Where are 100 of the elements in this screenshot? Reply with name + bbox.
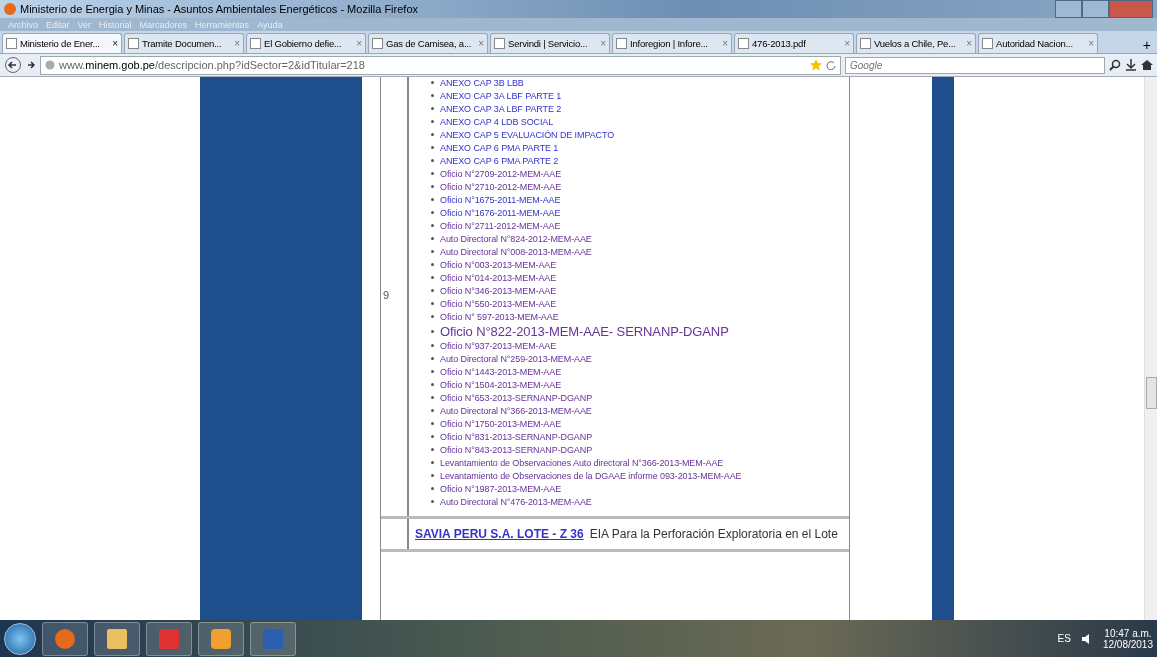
document-link[interactable]: Oficio N°1443-2013-MEM-AAE bbox=[440, 366, 562, 377]
browser-tab[interactable]: El Gobierno defie... × bbox=[246, 33, 366, 53]
taskbar-app-button[interactable] bbox=[42, 621, 88, 656]
page-icon bbox=[250, 38, 261, 49]
browser-tab[interactable]: Gas de Camisea, a... × bbox=[368, 33, 488, 53]
document-link[interactable]: ANEXO CAP 3A LBF PARTE 1 bbox=[440, 90, 562, 101]
language-indicator[interactable]: ES bbox=[1057, 633, 1071, 644]
bullet-icon bbox=[431, 185, 434, 188]
document-link[interactable]: Auto Directoral N°476-2013-MEM-AAE bbox=[440, 496, 592, 507]
browser-tab[interactable]: Inforegion | Infore... × bbox=[612, 33, 732, 53]
document-link[interactable]: Oficio N°1504-2013-MEM-AAE bbox=[440, 379, 562, 390]
document-link[interactable]: Oficio N°014-2013-MEM-AAE bbox=[440, 272, 557, 283]
new-tab-button[interactable]: + bbox=[1138, 37, 1155, 53]
document-link[interactable]: Oficio N°831-2013-SERNANP-DGANP bbox=[440, 431, 593, 442]
reload-icon[interactable] bbox=[826, 60, 836, 70]
document-link[interactable]: Auto Directoral N°259-2013-MEM-AAE bbox=[440, 353, 592, 364]
document-link[interactable]: Auto Directoral N°366-2013-MEM-AAE bbox=[440, 405, 592, 416]
page-icon bbox=[860, 38, 871, 49]
document-link[interactable]: Levantamiento de Observaciones de la DGAAE informe 093-2013-MEM-AAE bbox=[440, 470, 742, 481]
bullet-icon bbox=[431, 133, 434, 136]
document-link[interactable]: Oficio N°653-2013-SERNANP-DGANP bbox=[440, 392, 593, 403]
clock[interactable]: 10:47 a.m. 12/08/2013 bbox=[1102, 627, 1153, 650]
document-link[interactable]: Oficio N°2710-2012-MEM-AAE bbox=[440, 181, 562, 192]
document-link[interactable]: ANEXO CAP 4 LDB SOCIAL bbox=[440, 116, 554, 127]
bullet-icon bbox=[431, 315, 434, 318]
close-icon[interactable]: × bbox=[722, 38, 728, 49]
back-icon[interactable] bbox=[4, 57, 22, 73]
bullet-icon bbox=[431, 289, 434, 292]
document-link[interactable]: Oficio N°1675-2011-MEM-AAE bbox=[440, 194, 561, 205]
bullet-icon bbox=[431, 329, 434, 333]
bullet-icon bbox=[431, 172, 434, 175]
document-link[interactable]: ANEXO CAP 6 PMA PARTE 1 bbox=[440, 142, 559, 153]
browser-tab[interactable]: Ministerio de Ener... × bbox=[2, 33, 122, 53]
maximize-button[interactable] bbox=[1082, 0, 1109, 18]
bullet-icon bbox=[431, 237, 434, 240]
close-icon[interactable]: × bbox=[966, 38, 972, 49]
browser-logo-icon bbox=[4, 3, 16, 15]
scroll-thumb[interactable] bbox=[1146, 377, 1157, 409]
bullet-icon bbox=[431, 224, 434, 227]
document-link[interactable]: ANEXO CAP 6 PMA PARTE 2 bbox=[440, 155, 559, 166]
company-link[interactable]: SAVIA PERU S.A. LOTE - Z 36 bbox=[415, 527, 584, 541]
close-icon[interactable]: × bbox=[600, 38, 606, 49]
search-field[interactable]: Google bbox=[845, 56, 1105, 74]
document-link[interactable]: Oficio N°550-2013-MEM-AAE bbox=[440, 298, 557, 309]
document-link[interactable]: Oficio N°1987-2013-MEM-AAE bbox=[440, 483, 562, 494]
document-link[interactable]: ANEXO CAP 5 EVALUACIÓN DE IMPACTO bbox=[440, 129, 615, 140]
document-link[interactable]: Auto Directoral N°824-2012-MEM-AAE bbox=[440, 233, 592, 244]
document-link[interactable]: Oficio N°2711-2012-MEM-AAE bbox=[440, 220, 561, 231]
document-link[interactable]: Oficio N°843-2013-SERNANP-DGANP bbox=[440, 444, 593, 455]
bullet-icon bbox=[431, 81, 434, 84]
scrollbar[interactable] bbox=[1144, 77, 1157, 620]
document-link[interactable]: Oficio N°1676-2011-MEM-AAE bbox=[440, 207, 561, 218]
browser-tab[interactable]: Autoridad Nacion... × bbox=[978, 33, 1098, 53]
address-bar[interactable]: www.minem.gob.pe/descripcion.php?idSector=2&idTitular=218 bbox=[40, 55, 841, 75]
search-icon[interactable] bbox=[1109, 59, 1121, 71]
start-button[interactable] bbox=[4, 622, 36, 655]
document-link[interactable]: Levantamiento de Observaciones Auto directoral N°366-2013-MEM-AAE bbox=[440, 457, 724, 468]
document-link[interactable]: Auto Directoral N°008-2013-MEM-AAE bbox=[440, 246, 592, 257]
page-icon bbox=[128, 38, 139, 49]
document-link[interactable]: Oficio N°822-2013-MEM-AAE- SERNANP-DGANP bbox=[440, 323, 729, 339]
bullet-icon bbox=[431, 107, 434, 110]
close-icon[interactable]: × bbox=[356, 38, 362, 49]
taskbar-app-button[interactable] bbox=[250, 621, 296, 656]
taskbar-app-button[interactable] bbox=[146, 621, 192, 656]
globe-icon bbox=[45, 60, 55, 70]
page-icon bbox=[372, 38, 383, 49]
browser-tab[interactable]: Vuelos a Chile, Pe... × bbox=[856, 33, 976, 53]
document-link[interactable]: Oficio N°1750-2013-MEM-AAE bbox=[440, 418, 562, 429]
document-link[interactable]: Oficio N°937-2013-MEM-AAE bbox=[440, 340, 557, 351]
close-icon[interactable]: × bbox=[478, 38, 484, 49]
star-icon[interactable] bbox=[810, 59, 822, 71]
taskbar-app-button[interactable] bbox=[94, 621, 140, 656]
document-link[interactable]: ANEXO CAP 3A LBF PARTE 2 bbox=[440, 103, 562, 114]
forward-icon[interactable] bbox=[26, 59, 36, 71]
bullet-icon bbox=[431, 409, 434, 412]
browser-tab[interactable]: Servindi | Servicio... × bbox=[490, 33, 610, 53]
close-icon[interactable]: × bbox=[844, 38, 850, 49]
document-link[interactable]: Oficio N°346-2013-MEM-AAE bbox=[440, 285, 557, 296]
row-number: 9 bbox=[381, 77, 409, 516]
home-icon[interactable] bbox=[1141, 59, 1153, 71]
browser-tab[interactable]: Tramite Documen... × bbox=[124, 33, 244, 53]
page-icon bbox=[738, 38, 749, 49]
bullet-icon bbox=[431, 159, 434, 162]
minimize-button[interactable] bbox=[1055, 0, 1082, 18]
close-icon[interactable]: × bbox=[1088, 38, 1094, 49]
download-icon[interactable] bbox=[1125, 59, 1137, 71]
document-link[interactable]: Oficio N°003-2013-MEM-AAE bbox=[440, 259, 557, 270]
bullet-icon bbox=[431, 370, 434, 373]
bullet-icon bbox=[431, 396, 434, 399]
document-link[interactable]: Oficio N° 597-2013-MEM-AAE bbox=[440, 311, 559, 322]
project-description: EIA Para la Perforación Exploratoria en el Lote bbox=[589, 527, 838, 541]
document-link[interactable]: Oficio N°2709-2012-MEM-AAE bbox=[440, 168, 562, 179]
document-link[interactable]: ANEXO CAP 3B LBB bbox=[440, 77, 524, 88]
close-icon[interactable]: × bbox=[112, 38, 118, 49]
page-icon bbox=[616, 38, 627, 49]
close-icon[interactable]: × bbox=[234, 38, 240, 49]
bullet-icon bbox=[431, 448, 434, 451]
taskbar-app-button[interactable] bbox=[198, 621, 244, 656]
bullet-icon bbox=[431, 302, 434, 305]
browser-tab[interactable]: 476-2013.pdf × bbox=[734, 33, 854, 53]
